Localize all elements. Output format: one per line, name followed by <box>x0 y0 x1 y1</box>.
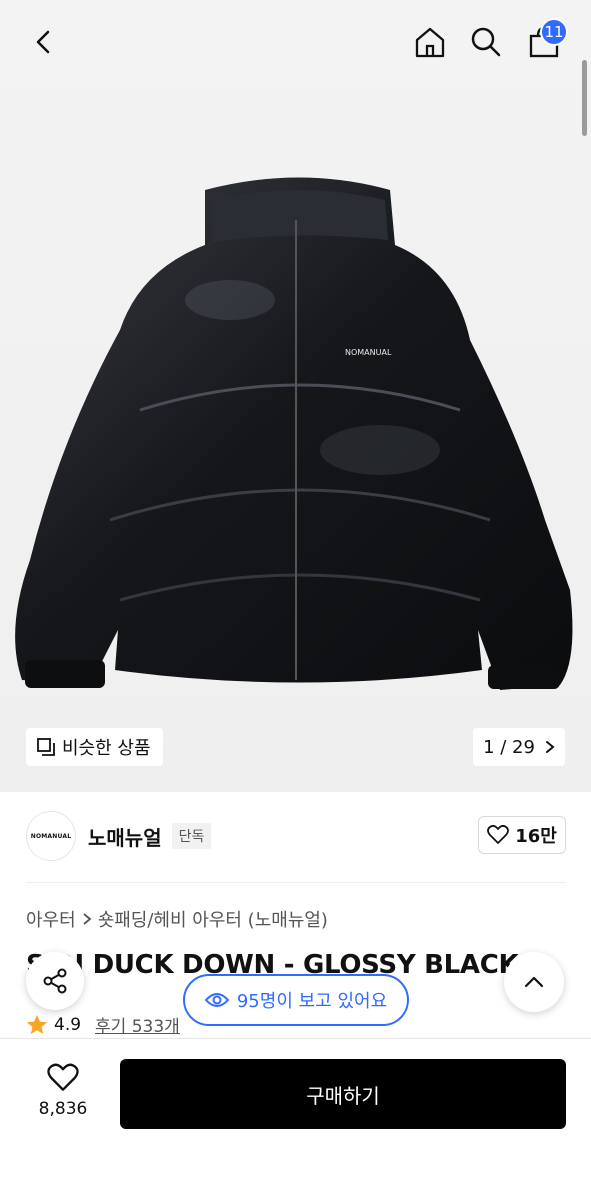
rating-row: 4.9 후기 533개 <box>26 1012 180 1037</box>
chevron-right-icon <box>83 913 92 925</box>
chevron-up-icon <box>524 976 544 988</box>
home-icon <box>415 27 445 58</box>
breadcrumb-item[interactable]: 숏패딩/헤비 아우터 (노매뉴얼) <box>98 906 328 932</box>
divider <box>26 882 566 883</box>
chevron-left-icon <box>36 30 50 54</box>
share-button[interactable] <box>26 952 84 1010</box>
breadcrumb: 아우터 숏패딩/헤비 아우터 (노매뉴얼) <box>26 906 328 932</box>
wishlist-button[interactable]: 8,836 <box>26 1063 100 1119</box>
similar-items-icon <box>37 738 55 756</box>
image-page-indicator[interactable]: 1 / 29 <box>473 728 565 766</box>
cart-count-badge: 11 <box>540 18 568 46</box>
bottom-action-bar: 8,836 구매하기 <box>0 1038 591 1200</box>
home-button[interactable] <box>408 20 452 64</box>
brand-name[interactable]: 노매뉴얼 <box>88 822 162 851</box>
brand-like-count: 16만 <box>515 826 557 847</box>
buy-button[interactable]: 구매하기 <box>120 1059 566 1129</box>
exclusive-badge: 단독 <box>171 823 212 849</box>
jacket-logo-text: NOMANUAL <box>345 348 392 357</box>
brand-logo-text: NOMANUAL <box>30 832 72 840</box>
heart-icon <box>487 825 510 844</box>
eye-icon <box>204 993 229 1007</box>
viewers-indicator: 95명이 보고 있어요 <box>183 974 409 1026</box>
top-navigation-bar: 11 <box>0 0 591 86</box>
heart-icon <box>47 1063 79 1091</box>
product-image-gallery[interactable]: NOMANUAL <box>0 0 591 792</box>
brand-row: NOMANUAL 노매뉴얼 단독 16만 <box>26 810 566 862</box>
search-icon <box>471 27 501 57</box>
search-button[interactable] <box>464 20 508 64</box>
similar-products-button[interactable]: 비슷한 상품 <box>26 728 163 766</box>
rating-value: 4.9 <box>54 1014 82 1035</box>
product-image: NOMANUAL <box>15 177 573 690</box>
reviews-link[interactable]: 후기 533개 <box>95 1012 180 1037</box>
viewers-text: 95명이 보고 있어요 <box>236 991 388 1012</box>
breadcrumb-item[interactable]: 아우터 <box>26 906 76 932</box>
star-icon <box>27 1014 47 1034</box>
brand-like-button[interactable]: 16만 <box>478 816 566 854</box>
back-button[interactable] <box>22 20 66 64</box>
chevron-right-icon <box>545 741 555 753</box>
wishlist-count: 8,836 <box>38 1099 88 1119</box>
page-indicator-text: 1 / 29 <box>483 736 535 758</box>
scroll-to-top-button[interactable] <box>504 952 564 1012</box>
brand-logo[interactable]: NOMANUAL <box>26 811 76 861</box>
share-icon <box>43 968 67 994</box>
similar-products-label: 비슷한 상품 <box>62 738 151 759</box>
